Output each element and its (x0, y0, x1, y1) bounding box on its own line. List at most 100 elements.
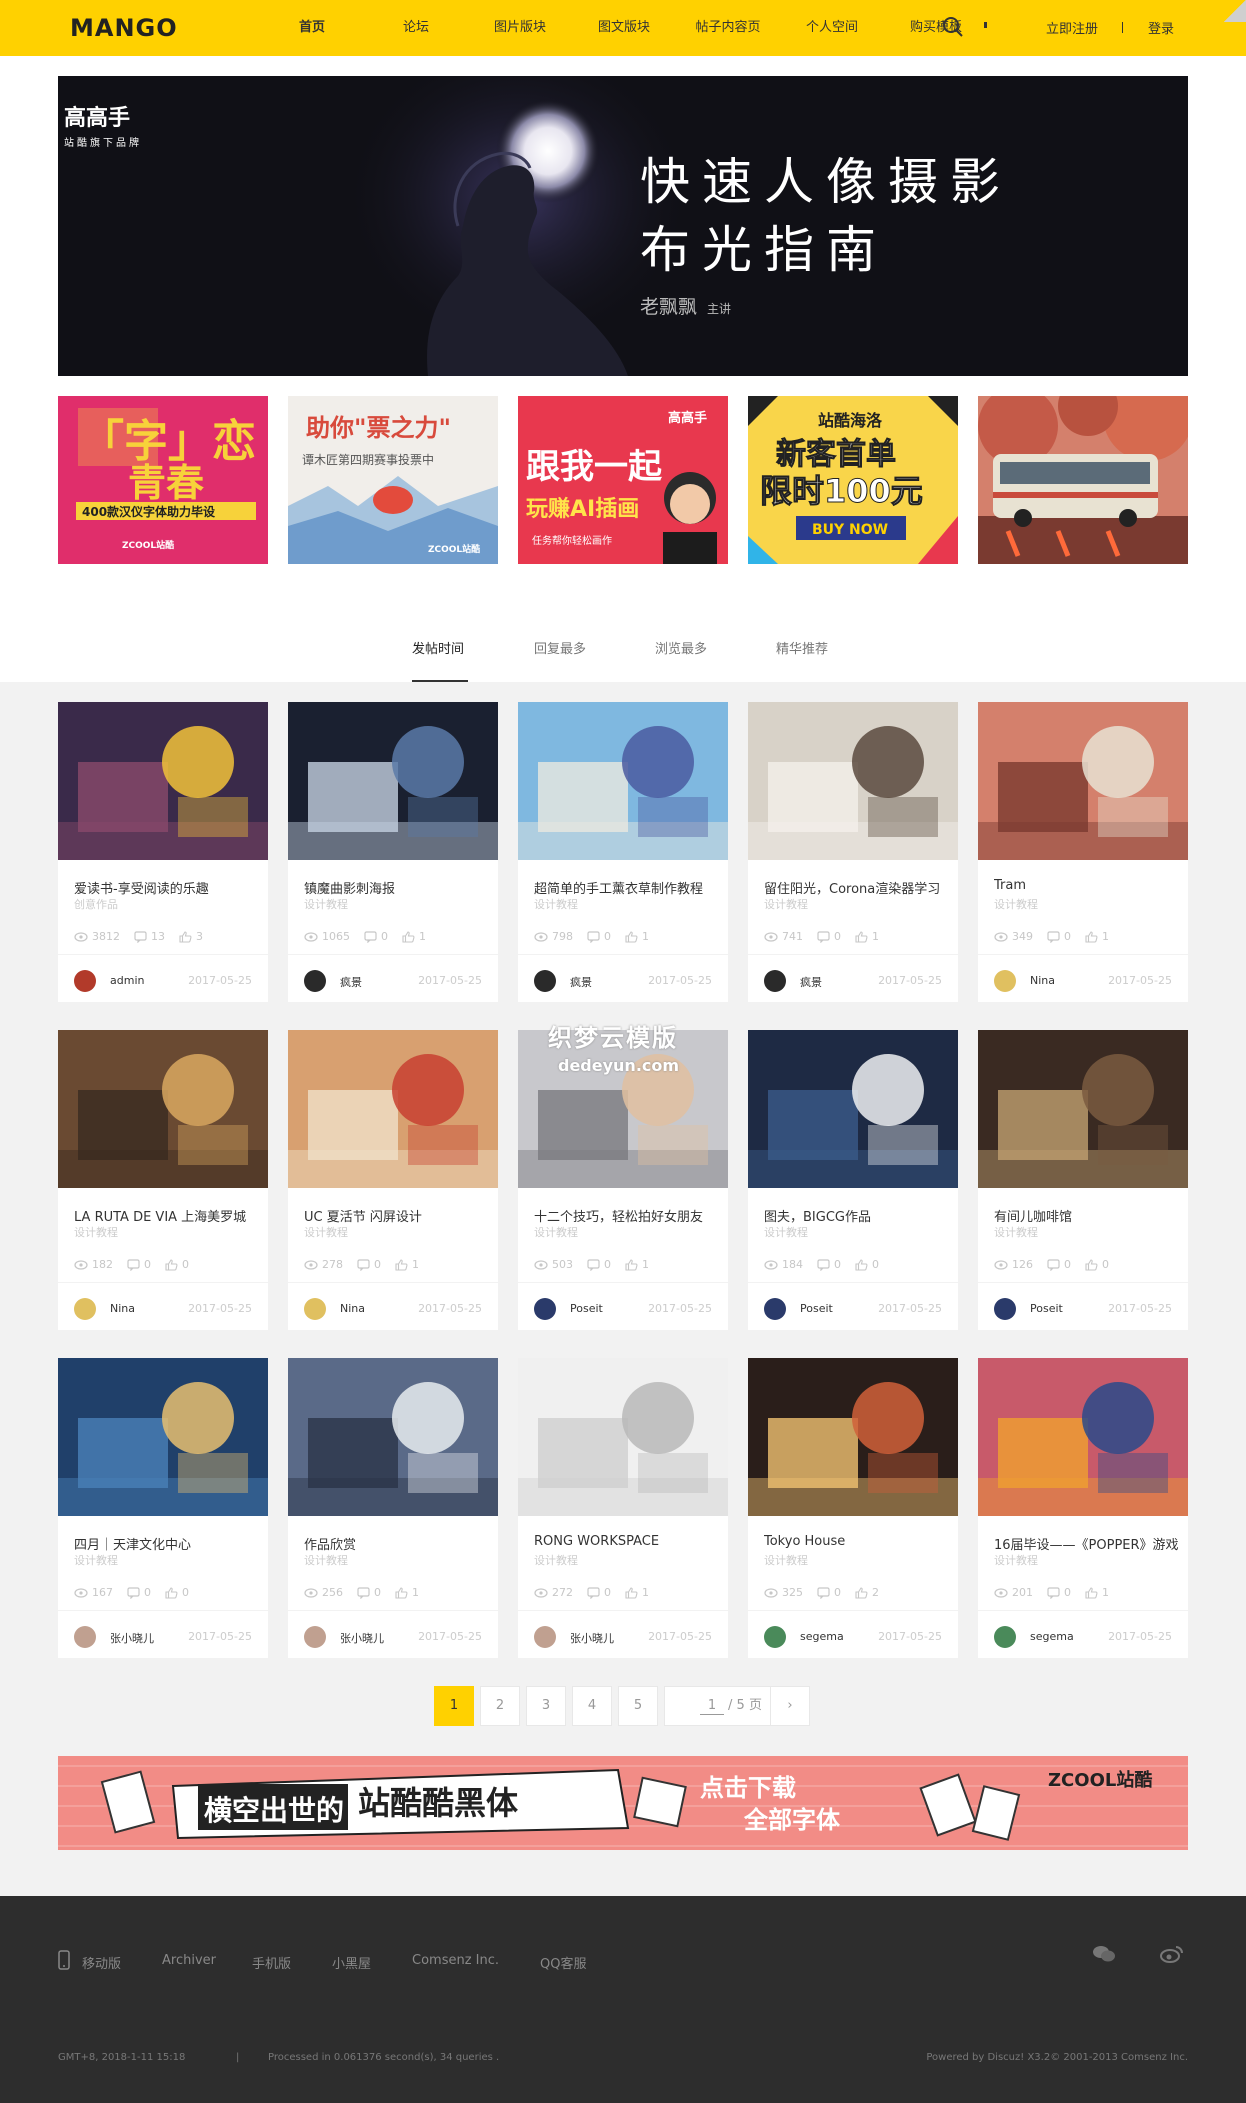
post-card[interactable]: RONG WORKSPACE 设计教程 272 0 1 张小晓儿 2017-05-25 (518, 1358, 728, 1658)
post-card[interactable]: 有间儿咖啡馆 设计教程 126 0 0 Poseit 2017-05-25 (978, 1030, 1188, 1330)
post-category[interactable]: 设计教程 (74, 1224, 118, 1240)
post-title[interactable]: 四月｜天津文化中心 (74, 1534, 260, 1553)
tab-post-time[interactable]: 发帖时间 (412, 638, 464, 657)
post-author[interactable]: segema (1030, 1630, 1074, 1643)
avatar[interactable] (534, 1626, 556, 1648)
post-thumbnail[interactable] (748, 1358, 958, 1516)
avatar[interactable] (764, 1626, 786, 1648)
nav-post-content[interactable]: 帖子内容页 (676, 0, 780, 56)
post-title[interactable]: 有间儿咖啡馆 (994, 1206, 1180, 1225)
post-title[interactable]: 镇魔曲影刺海报 (304, 878, 490, 897)
thumbs-up-icon[interactable] (395, 1586, 408, 1599)
post-title[interactable]: Tram (994, 878, 1180, 893)
post-category[interactable]: 创意作品 (74, 896, 118, 912)
nav-text-image-board[interactable]: 图文版块 (572, 0, 676, 56)
thumbs-up-icon[interactable] (1085, 1586, 1098, 1599)
post-author[interactable]: Poseit (800, 1302, 833, 1315)
post-thumbnail[interactable] (288, 702, 498, 860)
avatar[interactable] (764, 970, 786, 992)
thumbs-up-icon[interactable] (179, 930, 192, 943)
avatar[interactable] (994, 1298, 1016, 1320)
page-5[interactable]: 5 (618, 1686, 658, 1726)
promo-vote[interactable]: 助你"票之力" 谭木匠第四期赛事投票中 ZCOOL站酷 (288, 396, 498, 564)
hero-banner[interactable]: 高高手 站酷旗下品牌 快速人像摄影 布光指南 老飘飘 主讲 (58, 76, 1188, 376)
post-author[interactable]: Nina (110, 1302, 135, 1315)
post-title[interactable]: 16届毕设——《POPPER》游戏 (994, 1534, 1180, 1553)
post-thumbnail[interactable] (748, 702, 958, 860)
nav-forum[interactable]: 论坛 (364, 0, 468, 56)
post-category[interactable]: 设计教程 (994, 896, 1038, 912)
font-download-banner[interactable]: 横空出世的 站酷酷黑体 点击下载 全部字体 ZCOOL站酷 (58, 1756, 1188, 1850)
avatar[interactable] (74, 970, 96, 992)
page-2[interactable]: 2 (480, 1686, 520, 1726)
post-title[interactable]: Tokyo House (764, 1534, 950, 1549)
post-card[interactable]: Tram 设计教程 349 0 1 Nina 2017-05-25 (978, 702, 1188, 1002)
post-thumbnail[interactable] (288, 1030, 498, 1188)
footer-link-archiver[interactable]: Archiver (162, 1953, 216, 1968)
thumbs-up-icon[interactable] (625, 1586, 638, 1599)
promo-bus[interactable] (978, 396, 1188, 564)
next-page-button[interactable]: › (770, 1686, 810, 1726)
post-thumbnail[interactable] (518, 1358, 728, 1516)
post-title[interactable]: 爱读书-享受阅读的乐趣 (74, 878, 260, 897)
footer-link-qq[interactable]: QQ客服 (540, 1953, 586, 1972)
avatar[interactable] (994, 1626, 1016, 1648)
post-author[interactable]: Nina (340, 1302, 365, 1315)
post-category[interactable]: 设计教程 (764, 896, 808, 912)
tab-featured[interactable]: 精华推荐 (776, 638, 828, 657)
avatar[interactable] (74, 1298, 96, 1320)
post-thumbnail[interactable] (58, 702, 268, 860)
promo-font-youth[interactable]: 「字」恋 青春 400款汉仪字体助力毕设 ZCOOL站酷 (58, 396, 268, 564)
weibo-icon[interactable] (1160, 1944, 1184, 1964)
post-thumbnail[interactable] (58, 1358, 268, 1516)
thumbs-up-icon[interactable] (1085, 1258, 1098, 1271)
post-author[interactable]: 张小晓儿 (340, 1630, 384, 1646)
avatar[interactable] (74, 1626, 96, 1648)
nav-home[interactable]: 首页 (260, 0, 364, 56)
post-category[interactable]: 设计教程 (534, 896, 578, 912)
post-card[interactable]: 16届毕设——《POPPER》游戏 设计教程 201 0 1 segema 2017-05-… (978, 1358, 1188, 1658)
thumbs-up-icon[interactable] (855, 1586, 868, 1599)
post-title[interactable]: RONG WORKSPACE (534, 1534, 720, 1549)
nav-buy-template[interactable]: 购买模板 (884, 0, 988, 56)
post-thumbnail[interactable] (518, 702, 728, 860)
post-category[interactable]: 设计教程 (304, 896, 348, 912)
post-card[interactable]: 作品欣赏 设计教程 256 0 1 张小晓儿 2017-05-25 (288, 1358, 498, 1658)
avatar[interactable] (764, 1298, 786, 1320)
post-category[interactable]: 设计教程 (534, 1552, 578, 1568)
post-category[interactable]: 设计教程 (304, 1224, 348, 1240)
post-card[interactable]: 四月｜天津文化中心 设计教程 167 0 0 张小晓儿 2017-05-25 (58, 1358, 268, 1658)
thumbs-up-icon[interactable] (165, 1586, 178, 1599)
register-link[interactable]: 立即注册 (1046, 18, 1098, 37)
post-card[interactable]: 镇魔曲影刺海报 设计教程 1065 0 1 疯景 2017-05-25 (288, 702, 498, 1002)
thumbs-up-icon[interactable] (1085, 930, 1098, 943)
post-card[interactable]: 图夫，BIGCG作品 设计教程 184 0 0 Poseit 2017-05-25 (748, 1030, 958, 1330)
post-title[interactable]: 图夫，BIGCG作品 (764, 1206, 950, 1225)
post-card[interactable]: 爱读书-享受阅读的乐趣 创意作品 3812 13 3 admin 2017-05-25 (58, 702, 268, 1002)
avatar[interactable] (994, 970, 1016, 992)
post-author[interactable]: segema (800, 1630, 844, 1643)
post-author[interactable]: 疯景 (570, 974, 592, 990)
tab-most-replies[interactable]: 回复最多 (534, 638, 586, 657)
thumbs-up-icon[interactable] (855, 1258, 868, 1271)
post-category[interactable]: 设计教程 (304, 1552, 348, 1568)
post-title[interactable]: 留住阳光，Corona渲染器学习 (764, 878, 950, 897)
post-author[interactable]: 疯景 (340, 974, 362, 990)
post-author[interactable]: Nina (1030, 974, 1055, 987)
wechat-icon[interactable] (1092, 1944, 1116, 1964)
post-author[interactable]: admin (110, 974, 144, 987)
post-thumbnail[interactable] (748, 1030, 958, 1188)
post-category[interactable]: 设计教程 (764, 1224, 808, 1240)
thumbs-up-icon[interactable] (402, 930, 415, 943)
post-title[interactable]: 超简单的手工薰衣草制作教程 (534, 878, 720, 897)
post-title[interactable]: 作品欣赏 (304, 1534, 490, 1553)
thumbs-up-icon[interactable] (625, 930, 638, 943)
footer-link-mobile[interactable]: 移动版 (82, 1953, 121, 1972)
footer-link-phone[interactable]: 手机版 (252, 1953, 291, 1972)
post-thumbnail[interactable] (288, 1358, 498, 1516)
post-category[interactable]: 设计教程 (994, 1224, 1038, 1240)
nav-personal-space[interactable]: 个人空间 (780, 0, 884, 56)
post-category[interactable]: 设计教程 (534, 1224, 578, 1240)
promo-ai[interactable]: 高高手 跟我一起 玩赚AI插画 任务帮你轻松画作 (518, 396, 728, 564)
search-icon[interactable] (942, 16, 964, 38)
